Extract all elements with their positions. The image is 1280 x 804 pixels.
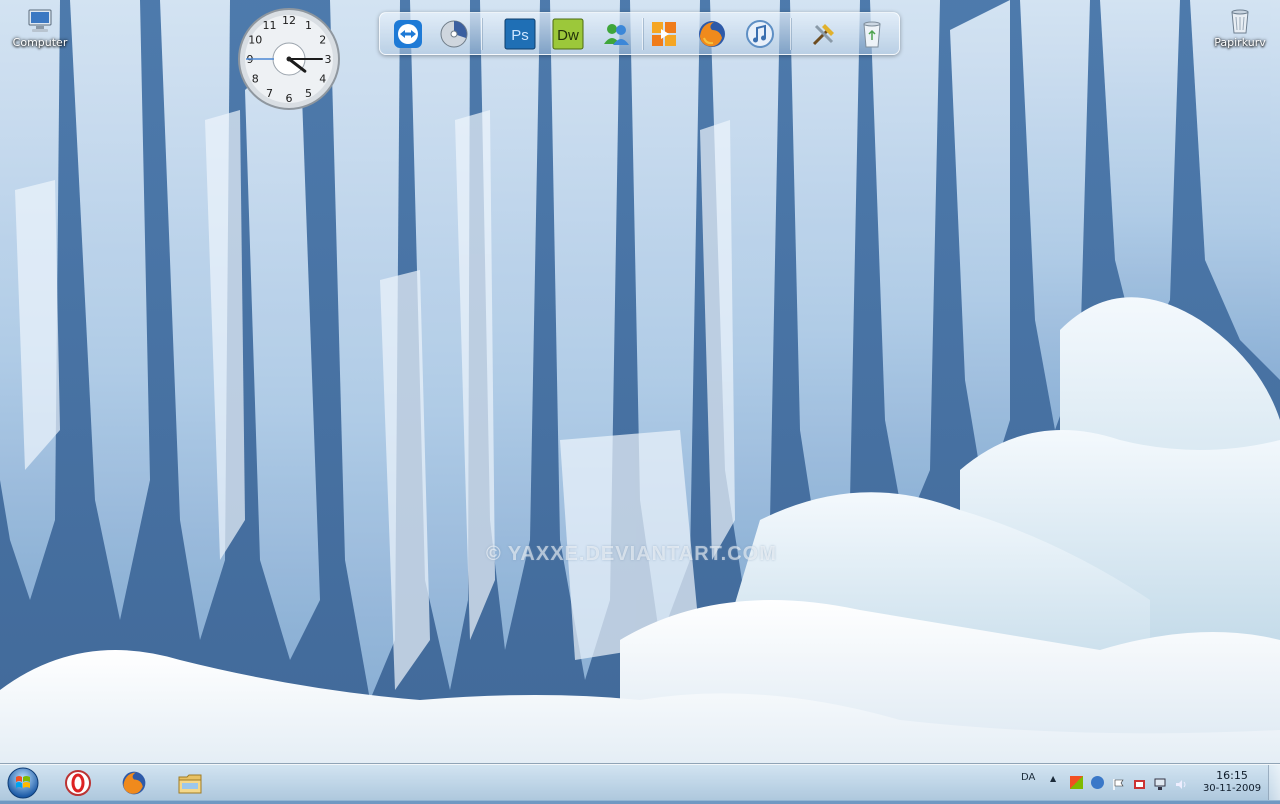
opera-icon xyxy=(64,769,92,797)
itunes-icon[interactable] xyxy=(744,18,776,50)
dock-separator xyxy=(790,18,791,50)
recycle-bin-icon[interactable] xyxy=(856,18,888,50)
explorer-icon xyxy=(176,769,204,797)
security-icon[interactable] xyxy=(1133,776,1146,789)
teamviewer-icon[interactable] xyxy=(392,18,424,50)
clock-number: 4 xyxy=(319,73,326,86)
desktop-icon-label: Computer xyxy=(12,36,68,49)
firefox-icon[interactable] xyxy=(696,18,728,50)
taskbar-clock-date[interactable]: 30-11-2009 xyxy=(1200,783,1264,794)
desktop-icon-computer[interactable]: Computer xyxy=(8,2,72,49)
media-center-icon[interactable] xyxy=(648,18,680,50)
language-indicator[interactable]: DA xyxy=(1021,772,1035,783)
clock-number: 3 xyxy=(325,53,332,66)
start-button[interactable] xyxy=(6,766,40,800)
volume-icon[interactable] xyxy=(1175,776,1188,789)
windows-live-icon[interactable] xyxy=(1070,776,1083,789)
taskbar-clock-time[interactable]: 16:15 xyxy=(1208,769,1256,782)
app-dock: Ps Dw xyxy=(379,12,900,55)
taskbar xyxy=(0,764,1280,801)
taskbar-firefox[interactable] xyxy=(108,767,160,799)
svg-text:Ps: Ps xyxy=(511,27,529,44)
show-hidden-icons-button[interactable]: ▲ xyxy=(1050,774,1056,783)
show-desktop-button[interactable] xyxy=(1268,765,1280,800)
firefox-icon xyxy=(120,769,148,797)
clock-number: 6 xyxy=(286,92,293,105)
desktop-wallpaper xyxy=(0,0,1280,800)
messenger-icon[interactable] xyxy=(600,18,632,50)
dreamweaver-icon[interactable]: Dw xyxy=(552,18,584,50)
photoshop-icon[interactable]: Ps xyxy=(504,18,536,50)
clock-number: 8 xyxy=(252,73,259,86)
clock-number: 1 xyxy=(305,19,312,32)
taskbar-opera[interactable] xyxy=(52,767,104,799)
desktop-icon-recycle-bin[interactable]: Papirkurv xyxy=(1208,2,1272,49)
action-center-flag-icon[interactable] xyxy=(1112,776,1125,790)
taskbar-explorer[interactable] xyxy=(164,767,216,799)
watermark-text: © YAXXE.DEVIANTART.COM xyxy=(486,543,777,565)
disk-icon[interactable] xyxy=(438,18,470,50)
tools-icon[interactable] xyxy=(808,18,840,50)
dock-separator xyxy=(481,18,482,50)
clock-number: 5 xyxy=(305,87,312,100)
clock-number: 10 xyxy=(248,34,262,47)
clock-number: 11 xyxy=(263,19,277,32)
computer-icon xyxy=(26,8,54,34)
sync-icon[interactable] xyxy=(1091,776,1104,789)
dock-separator xyxy=(642,18,643,50)
clock-number: 12 xyxy=(282,14,296,27)
svg-text:Dw: Dw xyxy=(557,27,579,44)
clock-number: 2 xyxy=(319,34,326,47)
desktop-icon-label: Papirkurv xyxy=(1214,36,1266,49)
clock-gadget[interactable]: 121234567891011 xyxy=(236,6,342,112)
recycle-bin-icon xyxy=(1226,8,1254,34)
network-icon[interactable] xyxy=(1154,776,1167,790)
clock-number: 7 xyxy=(266,87,273,100)
